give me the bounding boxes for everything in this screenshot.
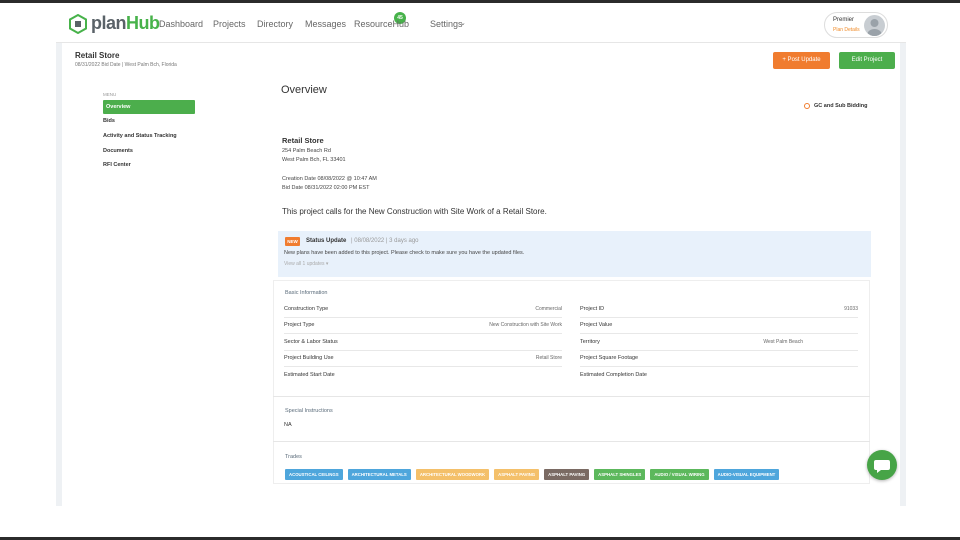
info-key: Estimated Start Date — [284, 372, 335, 378]
trade-tag[interactable]: ASPHALT SHINGLES — [594, 469, 646, 480]
info-value: West Palm Beach — [763, 339, 803, 345]
post-update-button[interactable]: + Post Update — [773, 52, 830, 69]
project-description: This project calls for the New Construct… — [282, 207, 547, 216]
avatar[interactable] — [864, 15, 885, 36]
info-row-project-value: Project Value — [580, 318, 858, 334]
address-line-2: West Palm Bch, FL 33401 — [282, 157, 346, 163]
user-avatar-icon — [867, 19, 882, 36]
trade-tag[interactable]: ARCHITECTURAL METALS — [347, 469, 411, 480]
address-line-1: 254 Palm Beach Rd — [282, 148, 331, 154]
menu-item-overview[interactable]: Overview — [103, 100, 195, 114]
chat-button[interactable] — [867, 450, 897, 480]
bidding-type: GC and Sub Bidding — [804, 103, 867, 109]
user-plan-menu[interactable]: Premier Plan Details — [824, 12, 888, 38]
nav-settings[interactable]: Settings — [430, 19, 463, 29]
trade-tag[interactable]: AUDIO-VISUAL EQUIPMENT — [713, 469, 780, 480]
menu-item-documents[interactable]: Documents — [103, 148, 133, 154]
status-update-title: Status Update — [306, 238, 347, 244]
info-value: Retail Store — [535, 355, 562, 361]
status-update-date: | 08/08/2022 | 3 days ago — [351, 238, 419, 244]
trade-tag[interactable]: ASPHALT PAVING — [494, 469, 540, 480]
info-key: Project ID — [580, 306, 605, 312]
info-row-construction-type: Construction Type Commercial — [284, 302, 562, 318]
creation-date: Creation Date 08/08/2022 @ 10:47 AM — [282, 176, 377, 182]
bid-date: Bid Date 08/31/2022 02:00 PM EST — [282, 185, 370, 191]
logo-icon — [69, 13, 87, 34]
menu-label: MENU — [103, 92, 117, 97]
chat-icon — [874, 460, 890, 473]
info-row-territory: Territory West Palm Beach — [580, 335, 858, 351]
nav-projects[interactable]: Projects — [213, 19, 246, 29]
menu-item-activity[interactable]: Activity and Status Tracking — [103, 133, 177, 139]
trade-tag[interactable]: ASPHALT PAVING — [544, 469, 590, 480]
nav-directory[interactable]: Directory — [257, 19, 293, 29]
user-plan-label: Premier — [833, 17, 855, 23]
info-row-start-date: Estimated Start Date — [284, 368, 562, 384]
special-instructions-value: NA — [284, 422, 292, 428]
menu-item-rfi-center[interactable]: RFI Center — [103, 162, 131, 168]
info-row-project-id: Project ID 91033 — [580, 302, 858, 318]
info-value: Commercial — [535, 306, 562, 312]
trade-tag[interactable]: AUDIO / VISUAL WIRING — [650, 469, 709, 480]
planhub-logo[interactable]: planHub — [68, 13, 160, 34]
bidding-status-icon — [804, 103, 810, 109]
basic-info-label: Basic Information — [285, 290, 328, 296]
info-key: Project Building Use — [284, 355, 334, 361]
bidding-type-label: GC and Sub Bidding — [814, 103, 868, 109]
info-value: 91033 — [844, 306, 858, 312]
plan-details-link[interactable]: Plan Details — [833, 27, 860, 33]
info-key: Estimated Completion Date — [580, 372, 647, 378]
nav-messages[interactable]: Messages — [305, 19, 346, 29]
info-key: Construction Type — [284, 306, 329, 312]
info-key: Project Value — [580, 322, 613, 328]
view-all-updates-link[interactable]: View all 1 updates ▾ — [284, 261, 328, 267]
info-row-sector: Sector & Labor Status — [284, 335, 562, 351]
info-row-square-footage: Project Square Footage — [580, 351, 858, 367]
project-header: Retail Store 08/31/2022 Bid Date | West … — [62, 43, 900, 79]
project-title: Retail Store — [75, 51, 120, 60]
logo-text-suffix: Hub — [126, 13, 160, 33]
trades-list: ACOUSTICAL CEILINGS ARCHITECTURAL METALS… — [285, 469, 780, 480]
section-divider — [273, 441, 870, 442]
info-key: Sector & Labor Status — [284, 339, 338, 345]
top-nav: planHub Dashboard Projects Directory Mes… — [56, 3, 906, 43]
menu-item-bids[interactable]: Bids — [103, 118, 115, 124]
status-update-panel: NEW Status Update | 08/08/2022 | 3 days … — [278, 231, 871, 277]
info-row-completion-date: Estimated Completion Date — [580, 368, 858, 384]
nav-resourcehub[interactable]: ResourceHub — [354, 19, 409, 29]
project-name: Retail Store — [282, 136, 324, 145]
info-row-project-type: Project Type New Construction with Site … — [284, 318, 562, 334]
info-key: Project Square Footage — [580, 355, 639, 361]
info-row-building-use: Project Building Use Retail Store — [284, 351, 562, 367]
section-divider — [273, 396, 870, 397]
nav-dashboard[interactable]: Dashboard — [159, 19, 203, 29]
trade-tag[interactable]: ACOUSTICAL CEILINGS — [285, 469, 343, 480]
trades-label: Trades — [285, 454, 302, 460]
info-value: New Construction with Site Work — [489, 322, 562, 328]
info-key: Territory — [580, 339, 600, 345]
info-key: Project Type — [284, 322, 315, 328]
app-frame: planHub Dashboard Projects Directory Mes… — [0, 0, 960, 540]
project-subtitle: 08/31/2022 Bid Date | West Palm Bch, Flo… — [75, 62, 177, 68]
logo-text: planHub — [91, 13, 160, 34]
trade-tag[interactable]: ARCHITECTURAL WOODWORK — [415, 469, 490, 480]
logo-text-prefix: plan — [91, 13, 127, 33]
edit-project-button[interactable]: Edit Project — [839, 52, 895, 69]
new-badge: NEW — [285, 237, 300, 246]
status-update-text: New plans have been added to this projec… — [284, 250, 525, 256]
page-title: Overview — [281, 84, 327, 96]
special-instructions-label: Special Instructions — [285, 408, 333, 414]
